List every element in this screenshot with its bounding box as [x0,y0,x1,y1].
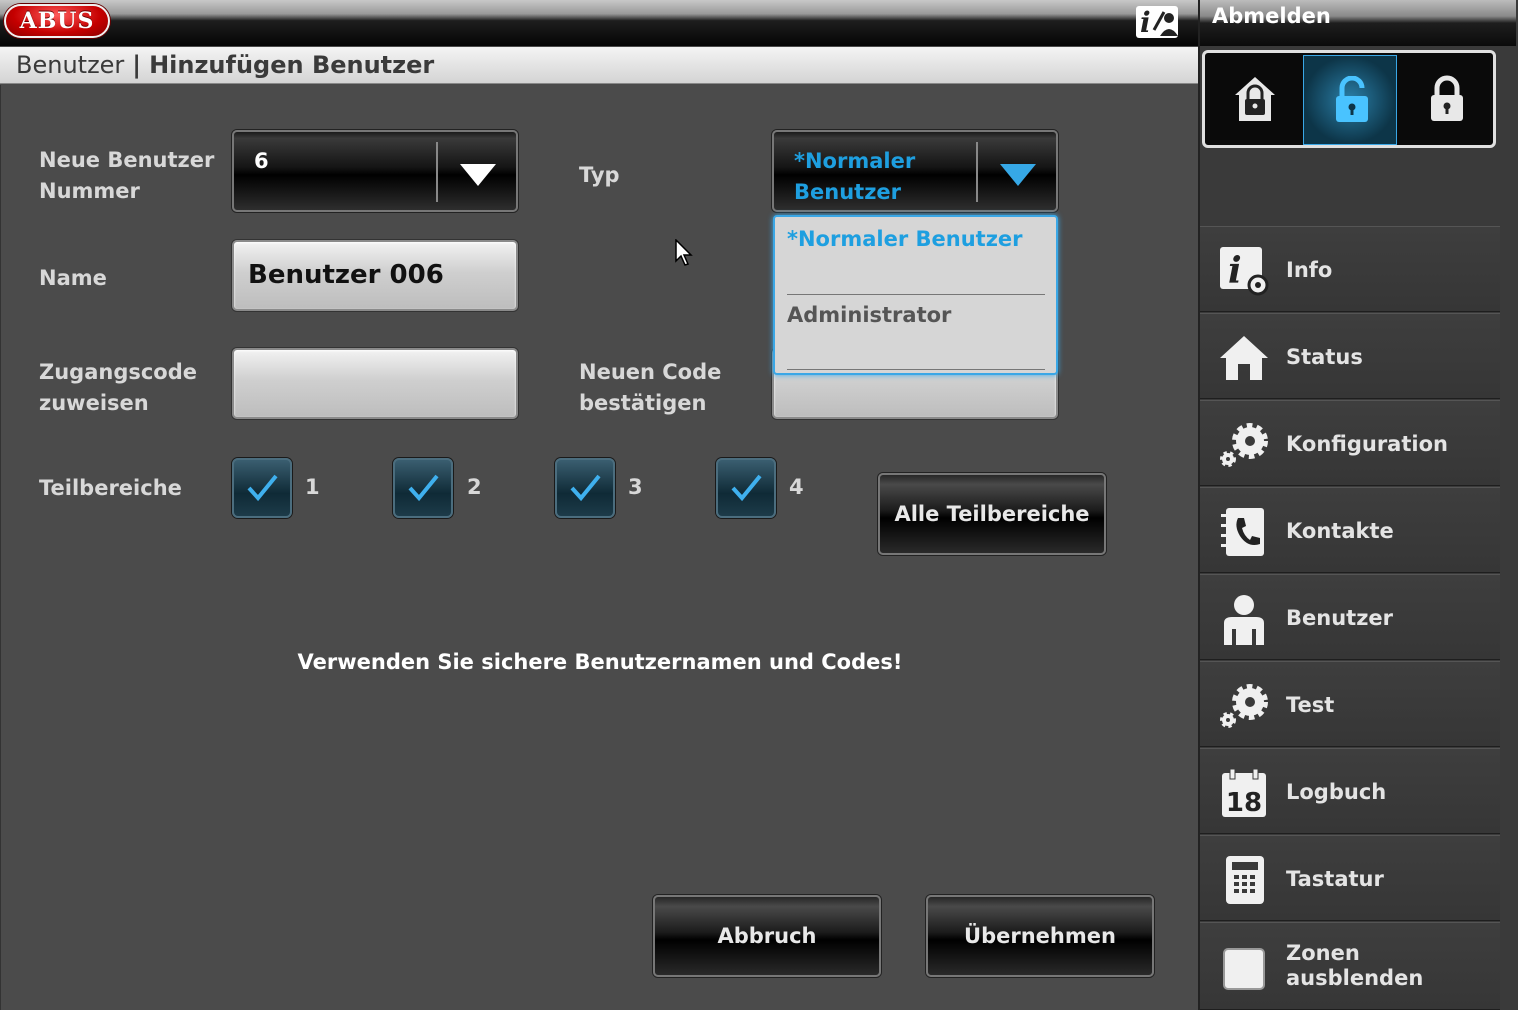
area-checkbox-4[interactable] [716,458,776,518]
keypad-icon [1226,856,1264,904]
gears-icon [1220,684,1268,728]
calendar-icon: 18 [1222,768,1266,818]
info-user-icon[interactable]: i [1136,4,1180,40]
user-number-label: Neue Benutzer Nummer [39,148,215,203]
confirm-code-label: Neuen Code bestätigen [579,360,722,415]
unlock-icon [1336,76,1368,122]
menu-divider [787,369,1045,370]
sidebar-item-label: Test [1286,692,1335,717]
all-areas-button[interactable]: Alle Teilbereiche [878,473,1106,555]
breadcrumb-separator: | [132,51,142,79]
sidebar-item-label: Logbuch [1286,779,1387,804]
dropdown-divider [976,142,978,202]
sidebar-item-label: Konfiguration [1286,431,1448,456]
areas-label: Teilbereiche [39,476,182,500]
arm-state-selector [1202,50,1496,148]
area-checkbox-2[interactable] [393,458,453,518]
sidebar-item-logbuch[interactable]: 18 Logbuch [1200,748,1500,834]
sidebar-item-kontakte[interactable]: Kontakte [1200,487,1500,573]
name-value: Benutzer 006 [248,260,444,290]
lock-home-icon [1235,77,1275,121]
cancel-button[interactable]: Abbruch [653,895,881,977]
arm-button[interactable] [1399,55,1493,145]
area-checkbox-1[interactable] [232,458,292,518]
checkmark-icon [570,474,601,502]
security-hint: Verwenden Sie sichere Benutzernamen und … [297,650,903,674]
sidebar-item-benutzer[interactable]: Benutzer [1200,574,1500,660]
typ-option-admin[interactable]: Administrator [787,303,1047,327]
access-code-label: Zugangscode zuweisen [39,360,198,415]
area-label-1: 1 [305,475,320,499]
user-icon [1224,595,1264,645]
sidebar-item-label: Zonen ausblenden [1286,941,1424,990]
name-input[interactable]: Benutzer 006 [232,240,518,311]
info-gear-icon: i [1220,247,1269,296]
sidebar-item-tastatur[interactable]: Tastatur [1200,835,1500,921]
sidebar-item-test[interactable]: Test [1200,661,1500,747]
name-label: Name [39,266,107,290]
calendar-day: 18 [1226,788,1262,818]
sidebar-item-label: Tastatur [1286,866,1384,891]
dropdown-divider [436,142,438,202]
menu-divider [787,294,1045,295]
gears-icon [1220,423,1268,467]
user-number-dropdown[interactable]: 6 [232,130,518,212]
lock-icon [1431,75,1463,121]
apply-button[interactable]: Übernehmen [926,895,1154,977]
area-label-4: 4 [789,475,804,499]
breadcrumb: Benutzer | Hinzufügen Benutzer [0,47,1198,84]
mouse-cursor-icon [675,239,693,266]
area-label-3: 3 [628,475,643,499]
typ-option-normal[interactable]: *Normaler Benutzer [787,227,1047,251]
user-number-value: 6 [254,149,269,173]
sidebar-item-zonen-ausblenden[interactable]: Zonen ausblenden [1200,922,1500,1010]
sidebar-item-label: Info [1286,257,1333,282]
logout-button[interactable]: Abmelden [1200,0,1516,46]
sidebar-item-label: Kontakte [1286,518,1394,543]
main-panel: Neue Benutzer Nummer 6 Typ *Normaler Ben… [0,85,1198,1010]
checkbox-icon [1223,948,1265,990]
access-code-input[interactable] [232,348,518,419]
svg-text:i: i [1228,250,1242,292]
typ-value: *Normaler Benutzer [794,149,916,204]
checkmark-icon [247,474,278,502]
abus-logo: ABUS [4,4,110,38]
sidebar-item-status[interactable]: Status [1200,313,1500,399]
sidebar: Abmelden i Info Status Konfiguration Kon… [1198,0,1518,1010]
chevron-down-icon [1000,164,1036,186]
chevron-down-icon [460,164,496,186]
area-label-2: 2 [467,475,482,499]
sidebar-item-label: Benutzer [1286,605,1394,630]
sidebar-item-info[interactable]: i Info [1200,226,1500,312]
sidebar-item-label: Status [1286,344,1363,369]
top-bar: ABUS i [0,0,1198,46]
disarm-button[interactable] [1303,55,1397,145]
breadcrumb-parent[interactable]: Benutzer [16,51,124,79]
svg-text:i: i [1140,6,1151,39]
checkmark-icon [408,474,439,502]
sidebar-item-konfiguration[interactable]: Konfiguration [1200,400,1500,486]
home-arm-button[interactable] [1207,55,1301,145]
home-icon [1220,336,1268,380]
typ-dropdown-menu: *Normaler Benutzer Administrator [773,215,1058,375]
area-checkbox-3[interactable] [555,458,615,518]
typ-label: Typ [579,163,620,187]
typ-dropdown[interactable]: *Normaler Benutzer [772,130,1058,212]
page-title: Hinzufügen Benutzer [149,51,435,79]
phonebook-icon [1221,508,1264,556]
checkmark-icon [731,474,762,502]
